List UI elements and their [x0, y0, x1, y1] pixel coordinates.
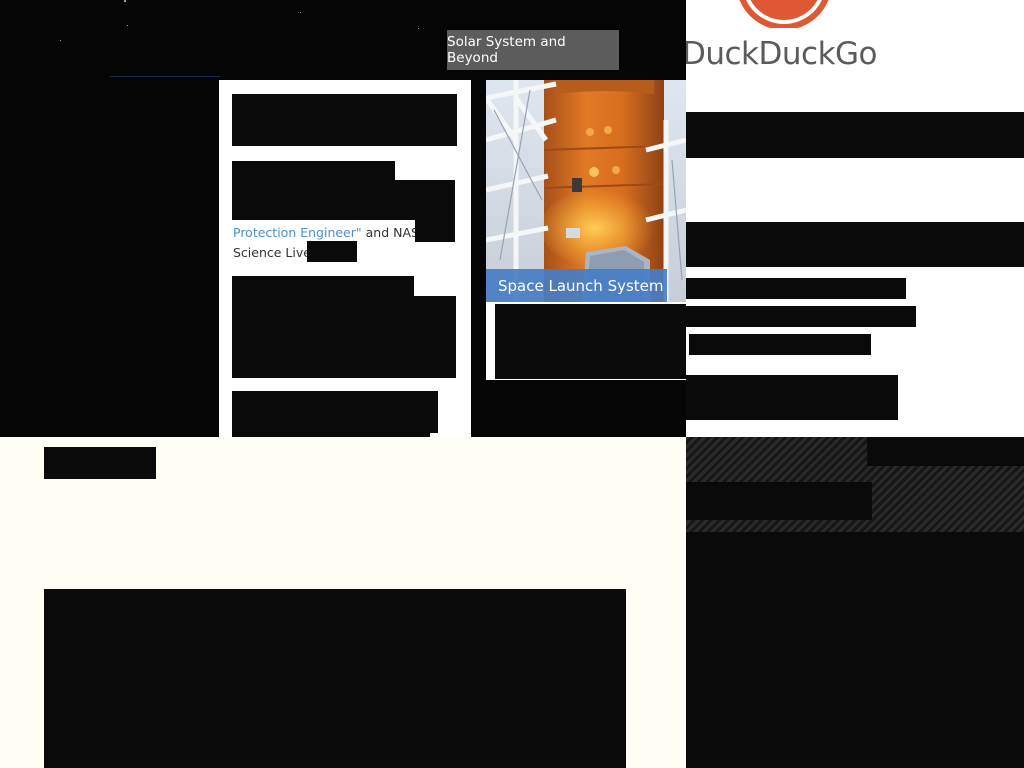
redacted-search-bar [686, 112, 1024, 158]
redacted-block [232, 276, 414, 298]
redacted-block [686, 222, 1024, 267]
redacted-block [232, 180, 455, 220]
news-article-link[interactable]: Protection Engineer" [233, 225, 362, 240]
redacted-block [686, 482, 872, 520]
redacted-block [415, 220, 455, 242]
hero-divider [110, 76, 220, 77]
redacted-block [232, 391, 438, 433]
redacted-heading [44, 447, 156, 479]
star [127, 25, 128, 26]
sls-caption[interactable]: Space Launch System [486, 269, 667, 302]
solar-system-nav-button[interactable]: Solar System and Beyond [447, 30, 619, 70]
redacted-block [307, 241, 357, 262]
content-section [0, 437, 686, 768]
star [418, 28, 419, 29]
redacted-text-line [686, 306, 916, 327]
star [300, 12, 301, 13]
redacted-text-line [686, 278, 906, 299]
redacted-button [686, 375, 898, 420]
redacted-footer [686, 532, 1024, 768]
redacted-text-line [689, 334, 871, 355]
redacted-block [495, 304, 686, 379]
star [60, 40, 61, 41]
redacted-block [232, 296, 456, 378]
redacted-block [867, 437, 1024, 466]
star [124, 0, 126, 2]
news-text-line-2: Science Lives [233, 245, 318, 260]
duckduckgo-wordmark: DuckDuckGo [686, 36, 878, 72]
redacted-media [44, 589, 626, 768]
duckduckgo-logo-icon[interactable] [730, 0, 838, 28]
redacted-headline [232, 94, 457, 146]
patterned-banner [686, 437, 1024, 532]
duckduckgo-page: DuckDuckGo [686, 0, 1024, 768]
nasa-page: Solar System and Beyond Protection Engin… [0, 0, 686, 768]
